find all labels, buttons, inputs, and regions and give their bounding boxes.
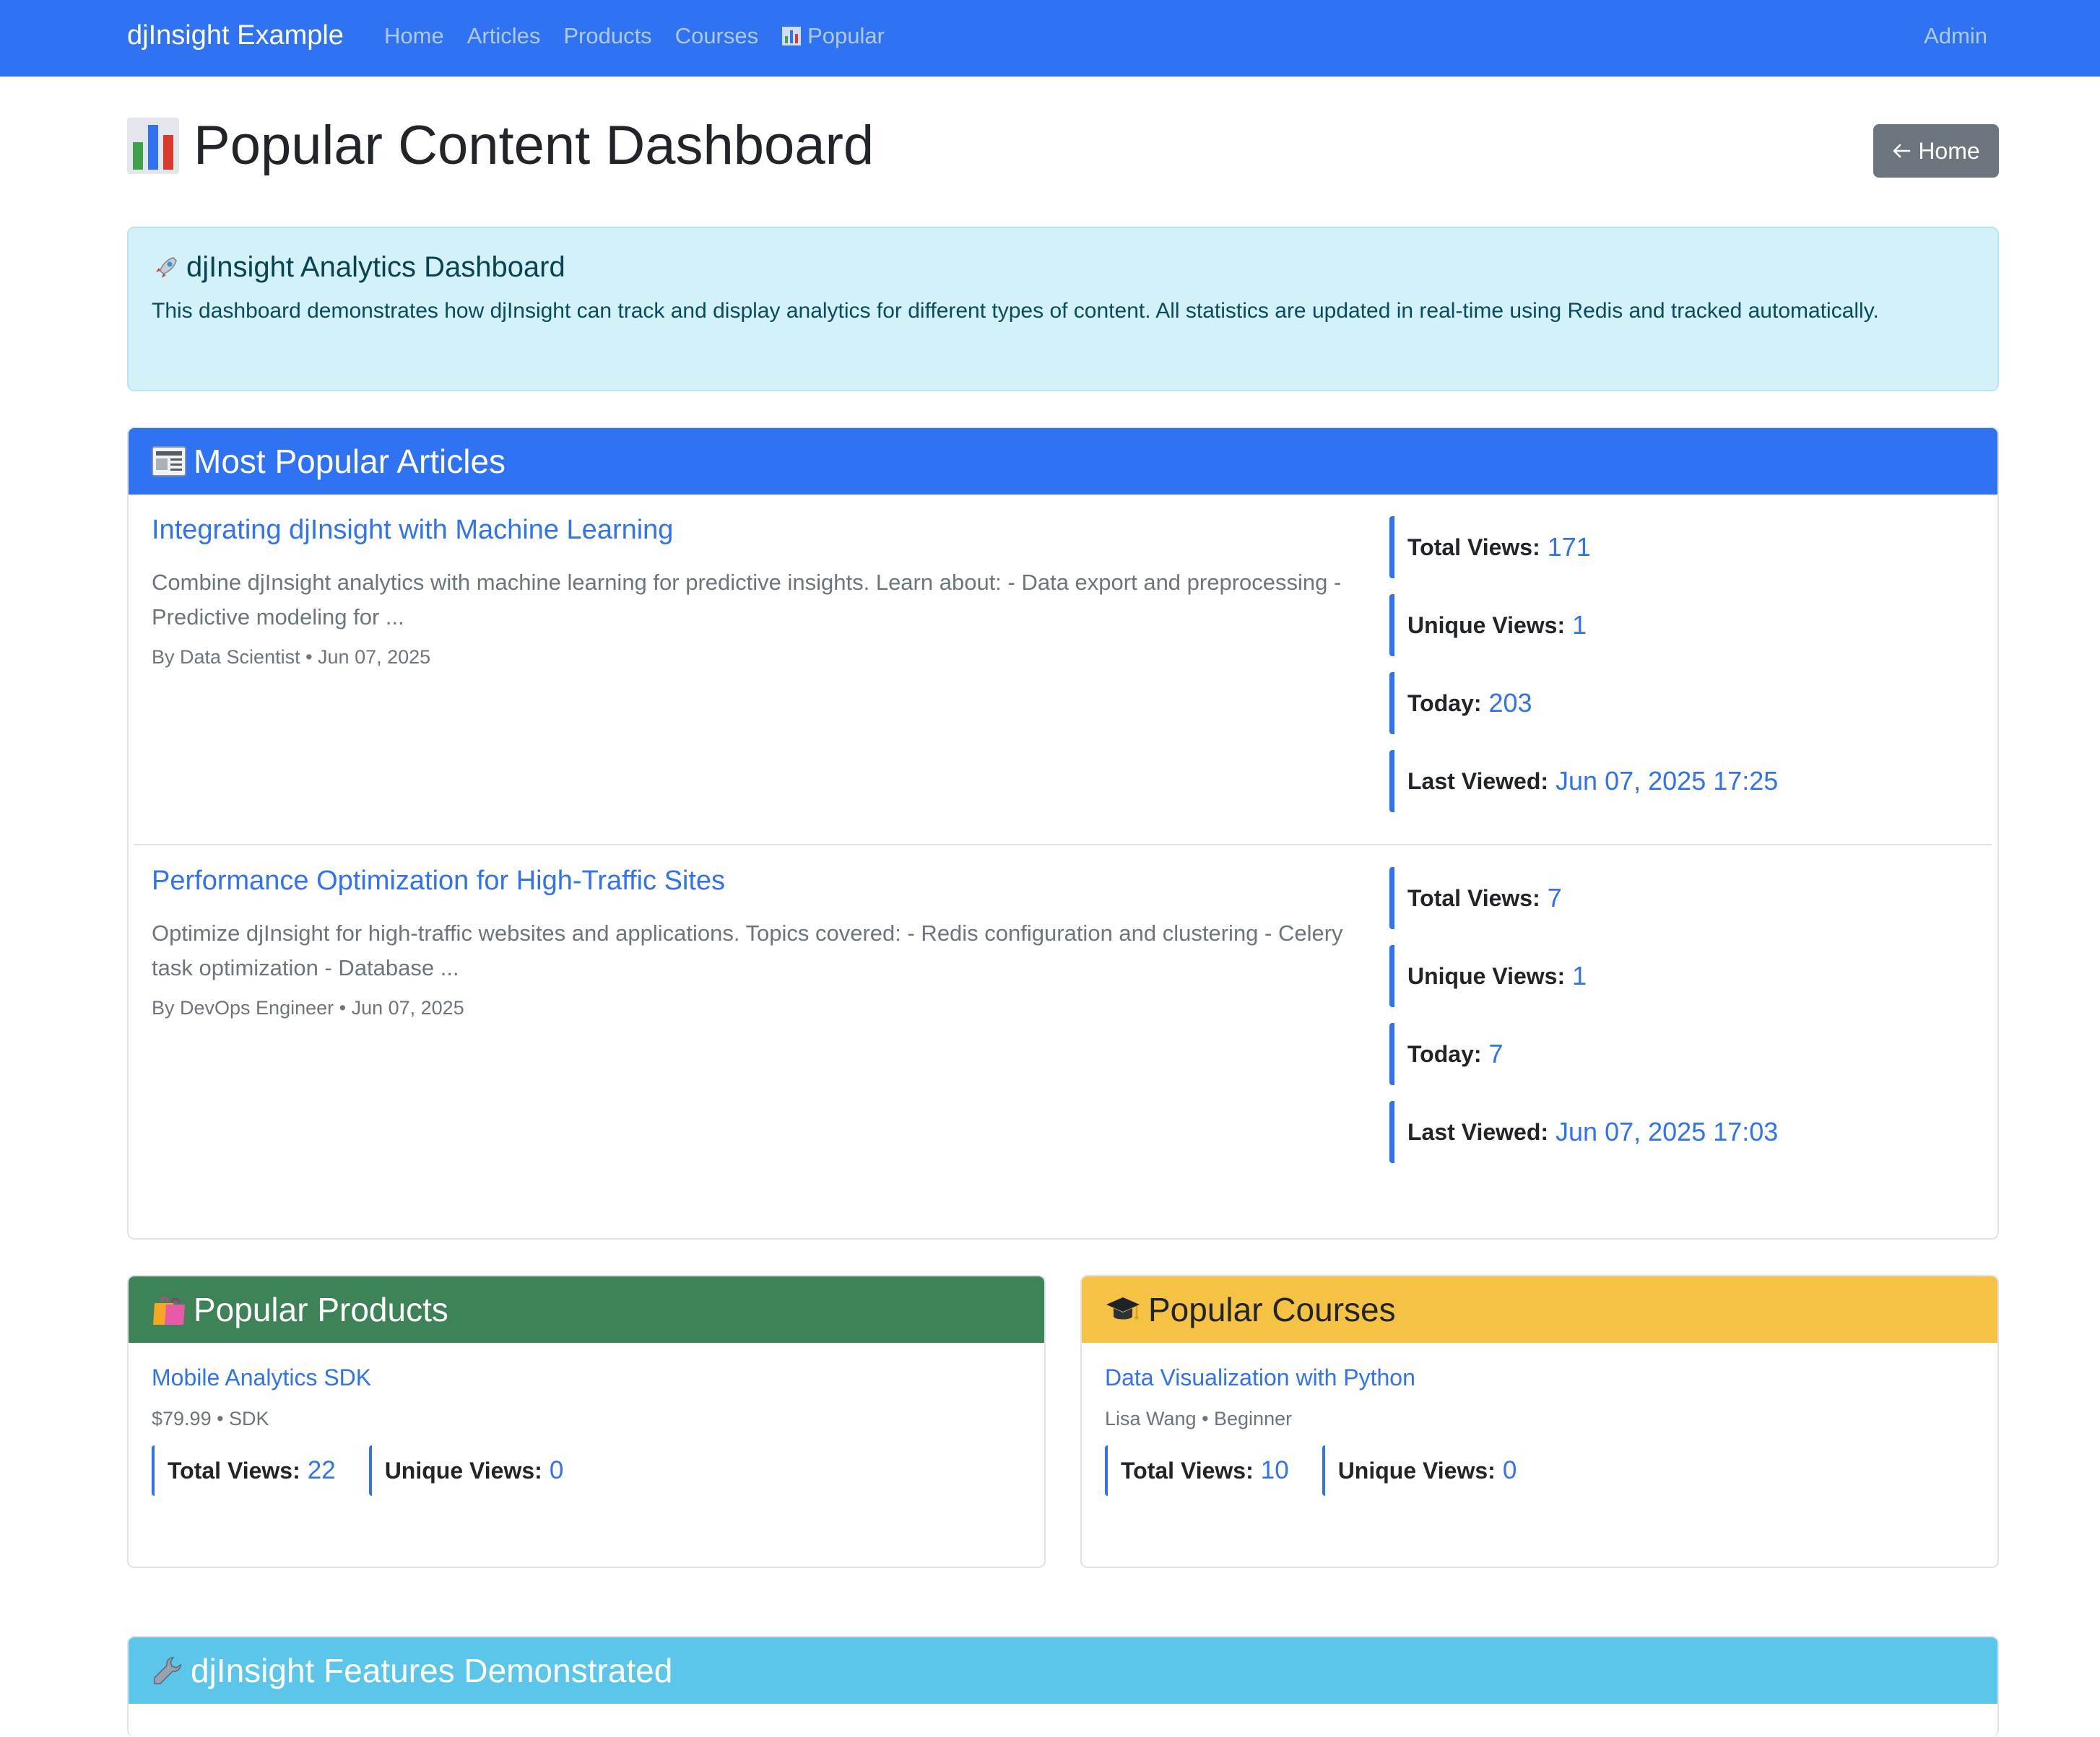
product-meta: $79.99 • SDK (152, 1408, 269, 1429)
graduation-cap-icon (1106, 1297, 1140, 1320)
article-description: Optimize djInsight for high-traffic webs… (152, 920, 1343, 980)
features-header: djInsight Features Demonstrated (129, 1637, 1997, 1704)
stat-total-views: Total Views: 22 (152, 1445, 336, 1496)
stat-today: Today: 203 (1389, 672, 1778, 734)
nav-link-courses[interactable]: Courses (675, 23, 758, 49)
home-button[interactable]: Home (1873, 124, 1999, 178)
course-meta: Lisa Wang • Beginner (1105, 1408, 1293, 1429)
popular-articles-card: Most Popular Articles Integrating djInsi… (127, 427, 1999, 1240)
article-meta: By DevOps Engineer • Jun 07, 2025 (152, 997, 464, 1019)
stat-value: 0 (549, 1456, 564, 1484)
alert-body: This dashboard demonstrates how djInsigh… (152, 299, 1879, 323)
stat-value: Jun 07, 2025 17:03 (1556, 1117, 1779, 1146)
page-title: Popular Content Dashboard (127, 114, 874, 177)
stat-unique-views: Unique Views: 1 (1389, 945, 1778, 1007)
wrench-icon (154, 1657, 181, 1684)
stat-label: Last Viewed: (1407, 767, 1549, 794)
stat-value: 10 (1260, 1456, 1289, 1484)
home-button-label: Home (1918, 137, 1980, 164)
article-stats: Total Views: 171 Unique Views: 1 Today: … (1389, 516, 1778, 828)
stat-value: 0 (1502, 1456, 1517, 1484)
product-title-link[interactable]: Mobile Analytics SDK (152, 1364, 371, 1391)
stat-label: Unique Views: (384, 1457, 542, 1484)
stat-unique-views: Unique Views: 1 (1389, 594, 1778, 656)
nav-link-home[interactable]: Home (384, 23, 444, 49)
newspaper-icon (152, 446, 186, 476)
stat-label: Unique Views: (1337, 1457, 1496, 1484)
bar-chart-icon (782, 27, 802, 45)
navbar-brand[interactable]: djInsight Example (127, 20, 344, 51)
stat-unique-views: Unique Views: 0 (368, 1445, 564, 1496)
stat-label: Today: (1407, 1040, 1482, 1067)
alert-title: djInsight Analytics Dashboard (152, 251, 1974, 284)
course-title-link[interactable]: Data Visualization with Python (1105, 1364, 1415, 1391)
stat-label: Last Viewed: (1407, 1118, 1549, 1145)
nav-link-products[interactable]: Products (563, 23, 651, 49)
navbar: djInsight Example Home Articles Products… (0, 0, 2100, 77)
stat-today: Today: 7 (1389, 1023, 1778, 1085)
stat-last-viewed: Last Viewed: Jun 07, 2025 17:03 (1389, 1101, 1778, 1163)
course-stats: Total Views: 10 Unique Views: 0 (1105, 1445, 1517, 1496)
info-alert: djInsight Analytics Dashboard This dashb… (127, 227, 1999, 391)
stat-label: Total Views: (168, 1457, 300, 1484)
stat-value: 171 (1547, 532, 1591, 562)
popular-courses-card: Popular Courses Data Visualization with … (1080, 1275, 1999, 1568)
bar-chart-icon (127, 117, 179, 174)
nav-links: Home Articles Products Courses Popular (384, 23, 885, 49)
nav-link-admin[interactable]: Admin (1924, 23, 1987, 49)
popular-products-card: Popular Products Mobile Analytics SDK $7… (127, 1275, 1046, 1568)
stat-value: Jun 07, 2025 17:25 (1556, 766, 1779, 796)
stat-label: Today: (1407, 689, 1482, 716)
popular-articles-header: Most Popular Articles (129, 428, 1997, 495)
stat-label: Unique Views: (1407, 962, 1566, 989)
article-meta: By Data Scientist • Jun 07, 2025 (152, 646, 431, 668)
stat-label: Total Views: (1407, 884, 1540, 911)
stat-label: Total Views: (1407, 534, 1540, 560)
article-title-link[interactable]: Performance Optimization for High-Traffi… (152, 866, 725, 897)
article-item: Performance Optimization for High-Traffi… (134, 844, 1992, 1193)
stat-value: 1 (1572, 610, 1587, 640)
arrow-left-icon (1893, 144, 1911, 158)
article-item: Integrating djInsight with Machine Learn… (129, 495, 1997, 844)
rocket-icon (156, 256, 177, 278)
features-title: djInsight Features Demonstrated (191, 1652, 673, 1689)
nav-link-popular-label: Popular (807, 23, 885, 48)
stat-label: Total Views: (1121, 1457, 1254, 1484)
stat-total-views: Total Views: 10 (1105, 1445, 1289, 1496)
stat-total-views: Total Views: 171 (1389, 516, 1778, 578)
stat-value: 7 (1547, 883, 1562, 913)
popular-courses-header: Popular Courses (1082, 1276, 1997, 1343)
nav-link-articles[interactable]: Articles (467, 23, 541, 49)
article-stats: Total Views: 7 Unique Views: 1 Today: 7 … (1389, 867, 1778, 1179)
popular-courses-title: Popular Courses (1148, 1291, 1396, 1328)
page-title-text: Popular Content Dashboard (194, 115, 875, 176)
stat-total-views: Total Views: 7 (1389, 867, 1778, 929)
alert-title-text: djInsight Analytics Dashboard (186, 251, 565, 283)
stat-value: 7 (1488, 1039, 1504, 1068)
popular-products-title: Popular Products (194, 1291, 448, 1328)
product-stats: Total Views: 22 Unique Views: 0 (152, 1445, 563, 1496)
stat-label: Unique Views: (1407, 611, 1566, 638)
shopping-bags-icon (153, 1296, 185, 1325)
stat-value: 203 (1488, 688, 1532, 718)
stat-last-viewed: Last Viewed: Jun 07, 2025 17:25 (1389, 750, 1778, 812)
stat-value: 22 (307, 1456, 336, 1484)
article-title-link[interactable]: Integrating djInsight with Machine Learn… (152, 515, 673, 546)
features-card: djInsight Features Demonstrated (127, 1636, 1999, 1737)
stat-unique-views: Unique Views: 0 (1322, 1445, 1517, 1496)
article-description: Combine djInsight analytics with machine… (152, 570, 1342, 630)
stat-value: 1 (1572, 961, 1587, 991)
popular-articles-title: Most Popular Articles (194, 443, 506, 480)
nav-link-popular[interactable]: Popular (781, 23, 885, 49)
popular-products-header: Popular Products (129, 1276, 1044, 1343)
